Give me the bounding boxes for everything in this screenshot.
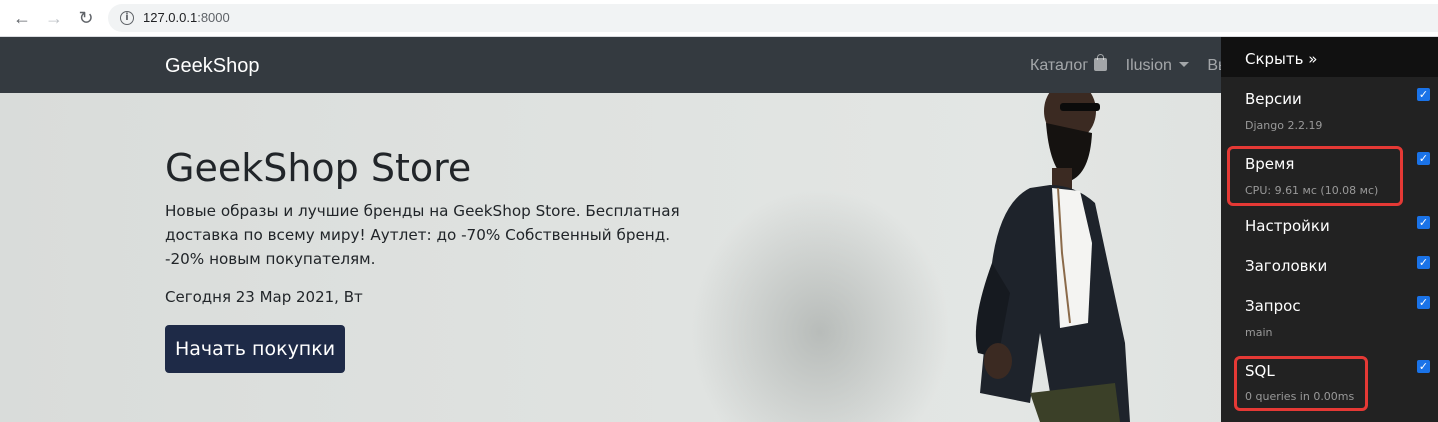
hero-description: Новые образы и лучшие бренды на GeekShop… xyxy=(165,202,680,268)
url-host: 127.0.0.1 xyxy=(143,10,198,25)
panel-subtitle: Django 2.2.19 xyxy=(1245,119,1323,132)
address-bar[interactable]: i 127.0.0.1:8000 xyxy=(108,4,1438,32)
highlight-box-timer xyxy=(1227,146,1403,206)
panel-versions[interactable]: Версии Django 2.2.19 ✓ xyxy=(1221,77,1438,141)
brand-link[interactable]: GeekShop xyxy=(165,55,260,78)
model-photo xyxy=(975,93,1130,422)
nav-links: Каталог Ilusion Вы xyxy=(1030,53,1244,75)
panel-settings[interactable]: Настройки ✓ xyxy=(1221,205,1438,245)
caret-down-icon xyxy=(1178,61,1189,67)
forward-arrow-icon[interactable]: → xyxy=(44,8,64,28)
url-text[interactable]: 127.0.0.1:8000 xyxy=(143,10,230,25)
panel-subtitle: main xyxy=(1245,326,1273,339)
nav-user-dropdown[interactable]: Ilusion xyxy=(1126,57,1189,75)
hero-title: GeekShop Store xyxy=(165,146,472,190)
panel-checkbox[interactable]: ✓ xyxy=(1417,296,1430,309)
panel-title: Заголовки xyxy=(1245,257,1328,275)
browser-toolbar: ← → ↻ i 127.0.0.1:8000 xyxy=(0,0,1438,37)
panel-checkbox[interactable]: ✓ xyxy=(1417,216,1430,229)
panel-title: Запрос xyxy=(1245,297,1301,315)
panel-title: Настройки xyxy=(1245,217,1330,235)
panel-checkbox[interactable]: ✓ xyxy=(1417,152,1430,165)
panel-checkbox[interactable]: ✓ xyxy=(1417,360,1430,373)
start-shopping-button[interactable]: Начать покупки xyxy=(165,325,345,373)
panel-checkbox[interactable]: ✓ xyxy=(1417,256,1430,269)
hero-date: Сегодня 23 Мар 2021, Вт xyxy=(165,288,363,306)
nav-catalog-link[interactable]: Каталог xyxy=(1030,53,1108,75)
shopping-bag-icon xyxy=(1094,53,1108,71)
panel-headers[interactable]: Заголовки ✓ xyxy=(1221,245,1438,285)
nav-user-label: Ilusion xyxy=(1125,57,1172,74)
panel-checkbox[interactable]: ✓ xyxy=(1417,88,1430,101)
highlight-box-sql xyxy=(1234,356,1368,411)
hide-toolbar-button[interactable]: Скрыть » xyxy=(1245,50,1317,68)
reload-icon[interactable]: ↻ xyxy=(76,8,96,28)
panel-title: Версии xyxy=(1245,90,1302,108)
nav-catalog-label: Каталог xyxy=(1030,57,1089,74)
url-port: :8000 xyxy=(197,10,230,25)
back-arrow-icon[interactable]: ← xyxy=(12,8,32,28)
panel-request[interactable]: Запрос main ✓ xyxy=(1221,285,1438,349)
site-info-icon[interactable]: i xyxy=(120,11,134,25)
